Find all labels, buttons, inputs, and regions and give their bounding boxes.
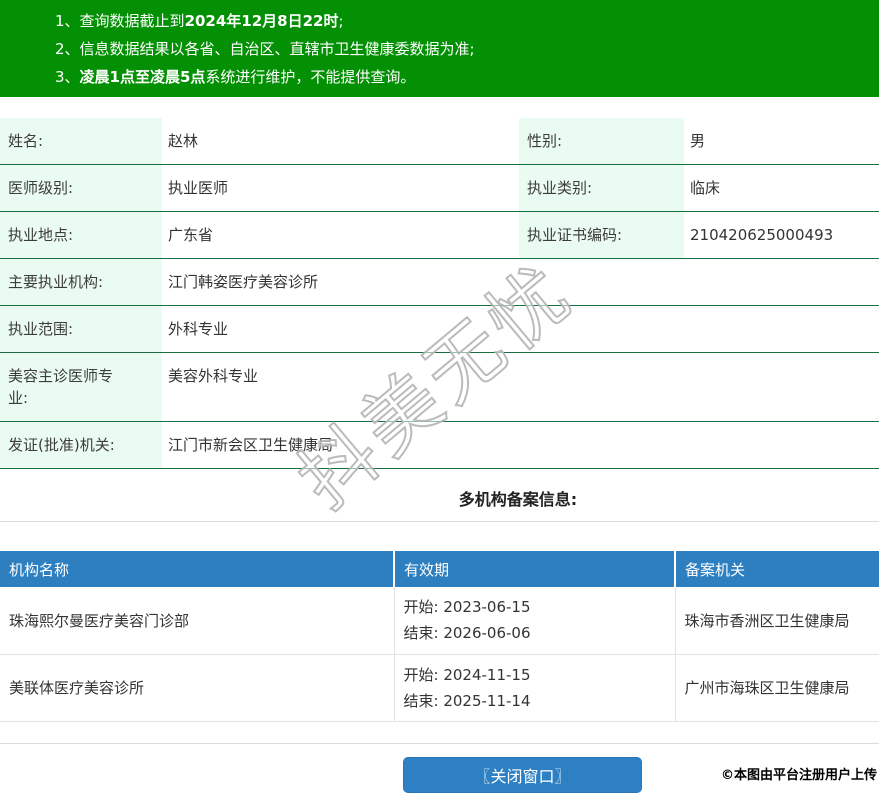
notice-line-1: 1、查询数据截止到2024年12月8日22时; <box>55 7 869 35</box>
end-date-text: 结束: 2026-06-06 <box>403 624 531 643</box>
notice-text: 系统进行维护，不能提供查询。 <box>205 68 416 86</box>
org-table-row: 美联体医疗美容诊所 开始: 2024-11-15 结束: 2025-11-14 … <box>0 654 879 722</box>
org-name-cell: 美联体医疗美容诊所 <box>0 654 395 722</box>
notice-number: 3、 <box>55 68 80 86</box>
practice-location-label: 执业地点: <box>0 212 162 258</box>
practice-category-label: 执业类别: <box>519 165 684 211</box>
gender-value: 男 <box>690 132 706 150</box>
cosmetic-specialty-label: 美容主诊医师专业: <box>0 353 162 421</box>
registration-authority-header: 备案机关 <box>674 551 879 587</box>
info-row-name-gender: 姓名: 赵林 性别: 男 <box>0 118 879 165</box>
practice-scope-label: 执业范围: <box>0 306 162 352</box>
end-date-text: 结束: 2025-11-14 <box>403 691 531 710</box>
org-name-header: 机构名称 <box>0 551 394 587</box>
info-row-location-license: 执业地点: 广东省 执业证书编码: 210420625000493 <box>0 212 879 259</box>
name-label: 姓名: <box>0 118 162 164</box>
name-value: 赵林 <box>168 132 199 150</box>
start-date-text: 开始: 2023-06-15 <box>403 598 531 617</box>
validity-period-cell: 开始: 2023-06-15 结束: 2026-06-06 <box>394 587 676 655</box>
practice-location-value: 广东省 <box>168 226 214 244</box>
notice-number: 1、 <box>55 12 80 30</box>
issuing-authority-value: 江门市新会区卫生健康局 <box>168 436 334 454</box>
notice-banner: 1、查询数据截止到2024年12月8日22时; 2、信息数据结果以各省、自治区、… <box>0 0 879 97</box>
notice-text: ; <box>338 12 344 30</box>
close-window-button[interactable]: 〖关闭窗口〗 <box>403 756 642 793</box>
info-row-main-institution: 主要执业机构: 江门韩姿医疗美容诊所 <box>0 259 879 306</box>
issuing-authority-label: 发证(批准)机关: <box>0 422 162 468</box>
info-row-level-category: 医师级别: 执业医师 执业类别: 临床 <box>0 165 879 212</box>
notice-line-2: 2、信息数据结果以各省、自治区、直辖市卫生健康委数据为准; <box>55 35 869 63</box>
registration-authority-cell: 广州市海珠区卫生健康局 <box>675 654 879 722</box>
start-date-text: 开始: 2024-11-15 <box>403 665 531 684</box>
main-institution-value: 江门韩姿医疗美容诊所 <box>168 273 319 291</box>
divider-line <box>0 521 879 522</box>
notice-text: 信息数据结果以各省、自治区、直辖市卫生健康委数据为准; <box>79 40 475 58</box>
multi-org-table: 机构名称 有效期 备案机关 珠海熙尔曼医疗美容门诊部 开始: 2023-06-1… <box>0 551 879 722</box>
validity-period-cell: 开始: 2024-11-15 结束: 2025-11-14 <box>394 654 676 722</box>
info-row-cosmetic-specialty: 美容主诊医师专业: 美容外科专业 <box>0 353 879 422</box>
doctor-level-value: 执业医师 <box>168 179 229 197</box>
validity-period-header: 有效期 <box>393 551 675 587</box>
doctor-level-label: 医师级别: <box>0 165 162 211</box>
org-name-cell: 珠海熙尔曼医疗美容门诊部 <box>0 587 395 655</box>
practitioner-query-result-page: 1、查询数据截止到2024年12月8日22时; 2、信息数据结果以各省、自治区、… <box>0 0 879 793</box>
notice-bold-text: 2024年12月8日22时 <box>184 12 339 30</box>
gender-label: 性别: <box>519 118 684 164</box>
divider-line <box>0 742 879 744</box>
notice-line-3: 3、凌晨1点至凌晨5点系统进行维护，不能提供查询。 <box>55 63 869 91</box>
info-row-issuing-authority: 发证(批准)机关: 江门市新会区卫生健康局 <box>0 422 879 469</box>
license-number-value: 210420625000493 <box>690 226 834 244</box>
main-institution-label: 主要执业机构: <box>0 259 162 305</box>
practice-scope-value: 外科专业 <box>168 320 229 338</box>
notice-bold-text: 凌晨1点至凌晨5点 <box>79 68 206 86</box>
doctor-info-table: 姓名: 赵林 性别: 男 医师级别: 执业医师 执业类别: 临床 执业地点: 广… <box>0 118 879 469</box>
notice-number: 2、 <box>55 40 80 58</box>
license-number-label: 执业证书编码: <box>519 212 684 258</box>
multi-org-section-title: 多机构备案信息: <box>458 490 578 509</box>
org-table-header-row: 机构名称 有效期 备案机关 <box>0 551 879 587</box>
info-row-practice-scope: 执业范围: 外科专业 <box>0 306 879 353</box>
org-table-row: 珠海熙尔曼医疗美容门诊部 开始: 2023-06-15 结束: 2026-06-… <box>0 587 879 655</box>
upload-credit-text: ©本图由平台注册用户上传 <box>720 768 877 783</box>
cosmetic-specialty-value: 美容外科专业 <box>168 367 259 385</box>
notice-text: 查询数据截止到 <box>79 12 185 30</box>
practice-category-value: 临床 <box>690 179 721 197</box>
registration-authority-cell: 珠海市香洲区卫生健康局 <box>675 587 879 655</box>
